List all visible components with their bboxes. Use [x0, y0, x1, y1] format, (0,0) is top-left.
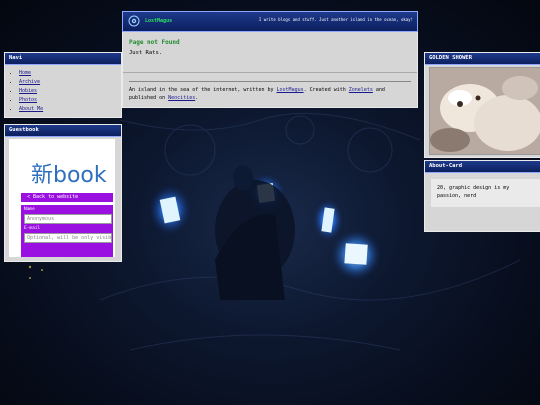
navi-title: Navi: [5, 53, 121, 65]
main-content: Page not Found Just Rats. An island in t…: [122, 30, 418, 108]
name-label: Name: [24, 207, 35, 212]
site-logo-icon[interactable]: [128, 15, 140, 27]
footer: An island in the sea of the internet, wr…: [123, 82, 417, 106]
guestbook-frame: 新book < Back to website Name Anonymous E…: [9, 139, 115, 257]
page-title: Page not Found: [129, 39, 180, 46]
site-name[interactable]: LostMagus: [145, 18, 172, 24]
nav-link-hobies[interactable]: Hobies: [19, 88, 37, 94]
neocities-link[interactable]: Neocities: [168, 95, 195, 101]
about-card-text: 20, graphic design is my passion, nerd: [431, 179, 540, 207]
nav-list: Home Archive Hobies Photos About Me: [5, 65, 121, 118]
footer-text: published on: [129, 95, 169, 101]
dog-gif-image: [429, 67, 540, 155]
nav-item-photos: Photos: [19, 96, 117, 105]
nav-link-home[interactable]: Home: [19, 70, 31, 76]
back-to-website-button[interactable]: < Back to website: [21, 193, 113, 202]
footer-text: An island in the sea of the internet, wr…: [129, 87, 277, 93]
golden-shower-panel: GOLDEN SHOWER: [424, 52, 540, 158]
content-card: Page not Found Just Rats.: [123, 31, 417, 73]
nav-item-home: Home: [19, 69, 117, 78]
navi-panel: Navi Home Archive Hobies Photos About Me: [4, 52, 122, 118]
footer-text: .: [195, 95, 199, 101]
nav-link-archive[interactable]: Archive: [19, 79, 40, 85]
site-tagline: I write blogs and stuff. Just another is…: [258, 17, 413, 22]
site-header: LostMagus I write blogs and stuff. Just …: [122, 11, 418, 32]
about-card-panel: About-Card 20, graphic design is my pass…: [424, 160, 540, 232]
name-input[interactable]: Anonymous: [24, 214, 112, 224]
author-link[interactable]: LostMagus: [277, 87, 304, 93]
footer-text: . Created with: [303, 87, 349, 93]
zonelets-link[interactable]: Zonelets: [349, 87, 373, 93]
email-input[interactable]: Optional, will be only visible t: [24, 233, 112, 243]
page-text: Just Rats.: [129, 50, 163, 56]
about-card-title: About-Card: [425, 161, 540, 173]
nav-item-hobies: Hobies: [19, 87, 117, 96]
email-label: E-mail: [24, 226, 41, 231]
golden-shower-title: GOLDEN SHOWER: [425, 53, 540, 65]
nav-link-photos[interactable]: Photos: [19, 97, 37, 103]
footer-text: and: [372, 87, 385, 93]
guestbook-form: Name Anonymous E-mail Optional, will be …: [21, 205, 113, 257]
guestbook-title: Guestbook: [5, 125, 121, 137]
guestbook-panel: Guestbook 新book < Back to website Name A…: [4, 124, 122, 262]
nav-link-about[interactable]: About Me: [19, 106, 43, 112]
guestbook-logo: 新book: [31, 163, 107, 188]
nav-item-archive: Archive: [19, 78, 117, 87]
nav-item-about: About Me: [19, 105, 117, 114]
